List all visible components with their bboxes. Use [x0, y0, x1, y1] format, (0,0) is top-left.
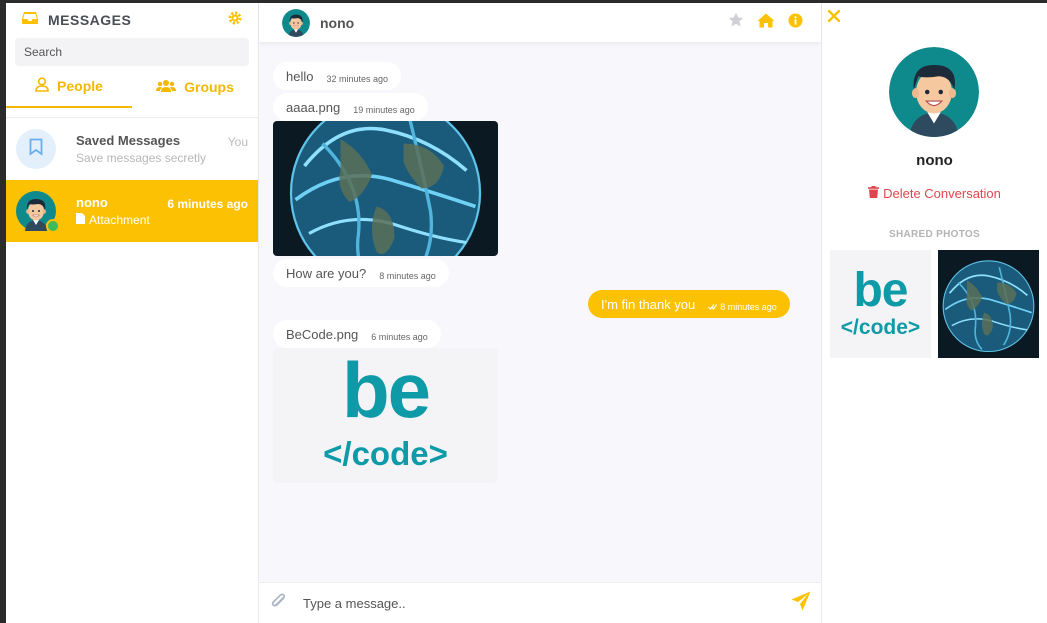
becode-logo-code: </code>	[323, 435, 448, 472]
message-bubble-own: I'm fin thank you 8 minutes ago	[588, 290, 790, 318]
message-bubble: How are you? 8 minutes ago	[273, 259, 449, 287]
delete-conversation-button[interactable]: Delete Conversation	[822, 186, 1047, 201]
message-text: aaaa.png	[286, 99, 341, 115]
message-time: 6 minutes ago	[371, 332, 428, 342]
chat-header: nono	[259, 3, 821, 42]
message-time: 8 minutes ago	[720, 302, 777, 312]
message-image-earth[interactable]	[273, 121, 498, 256]
message-bubble: aaaa.png 19 minutes ago	[273, 93, 428, 121]
contact-time: You	[227, 135, 248, 149]
trash-icon	[868, 186, 880, 201]
sidebar: MESSAGES Search People Groups Saved Mess…	[6, 3, 259, 623]
avatar	[16, 129, 56, 169]
message-text: BeCode.png	[286, 326, 359, 342]
tab-groups[interactable]: Groups	[132, 66, 258, 108]
contact-info-panel: nono Delete Conversation SHARED PHOTOS b…	[822, 3, 1047, 623]
shared-photo-becode[interactable]: be </code>	[830, 250, 931, 358]
contact-time: 6 minutes ago	[167, 197, 248, 211]
online-status-dot	[46, 219, 60, 233]
message-text: How are you?	[286, 265, 367, 281]
tab-people[interactable]: People	[6, 66, 132, 108]
users-icon	[156, 79, 177, 96]
tab-bar: People Groups	[6, 66, 258, 108]
contact-preview-text: Attachment	[89, 213, 150, 227]
info-contact-name: nono	[916, 152, 953, 169]
star-icon[interactable]	[728, 12, 744, 33]
paperclip-icon[interactable]	[269, 592, 287, 615]
contact-nono[interactable]: nono Attachment 6 minutes ago	[6, 180, 258, 242]
info-icon[interactable]	[788, 13, 803, 33]
messenger-app: MESSAGES Search People Groups Saved Mess…	[6, 3, 1047, 623]
chat-contact-name[interactable]: nono	[320, 15, 354, 31]
message-meta: 8 minutes ago	[708, 302, 777, 312]
bookmark-icon	[29, 138, 43, 161]
double-check-icon	[708, 302, 718, 312]
sidebar-header: MESSAGES	[6, 3, 258, 37]
send-icon[interactable]	[791, 591, 811, 616]
shared-photo-earth[interactable]	[938, 250, 1039, 358]
divider	[6, 108, 258, 118]
search-placeholder: Search	[24, 45, 63, 59]
gear-icon[interactable]	[228, 11, 242, 30]
chat-header-actions	[728, 12, 803, 33]
inbox-icon	[22, 11, 38, 30]
message-bubble: hello 32 minutes ago	[273, 62, 402, 90]
contact-preview: Save messages secretly	[76, 151, 207, 165]
contact-preview: Attachment	[76, 213, 248, 227]
home-icon[interactable]	[757, 13, 775, 33]
close-icon[interactable]	[827, 9, 841, 27]
shared-photos-heading: SHARED PHOTOS	[889, 229, 980, 240]
message-input[interactable]: Type a message..	[303, 596, 791, 611]
contact-saved-messages[interactable]: Saved Messages Save messages secretly Yo…	[6, 118, 258, 180]
becode-logo-code: </code>	[840, 316, 921, 339]
message-time: 19 minutes ago	[353, 105, 415, 115]
tab-groups-label: Groups	[184, 79, 234, 95]
message-text: I'm fin thank you	[601, 296, 696, 312]
file-icon	[76, 213, 85, 227]
contact-name: Saved Messages	[76, 133, 181, 148]
message-list: hello 32 minutes ago aaaa.png 19 minutes…	[259, 42, 821, 582]
message-image-becode[interactable]: be </code>	[273, 348, 498, 483]
becode-logo-be: be	[853, 264, 908, 317]
contact-info: Saved Messages Save messages secretly	[76, 133, 248, 165]
message-time: 8 minutes ago	[379, 271, 436, 281]
becode-logo-be: be	[341, 348, 431, 434]
message-bubble: BeCode.png 6 minutes ago	[273, 320, 441, 348]
message-text: hello	[286, 68, 314, 84]
sidebar-title: MESSAGES	[48, 12, 132, 28]
avatar[interactable]	[282, 9, 310, 37]
avatar	[16, 191, 60, 233]
message-composer: Type a message..	[259, 582, 821, 623]
avatar	[889, 47, 979, 137]
message-time: 32 minutes ago	[326, 74, 389, 84]
search-input[interactable]: Search	[15, 38, 249, 66]
person-icon	[35, 77, 49, 95]
tab-people-label: People	[57, 78, 103, 94]
delete-conversation-label: Delete Conversation	[883, 186, 1001, 201]
chat-panel: nono hello 32 minutes ago aaaa.png 19 mi…	[259, 3, 822, 623]
